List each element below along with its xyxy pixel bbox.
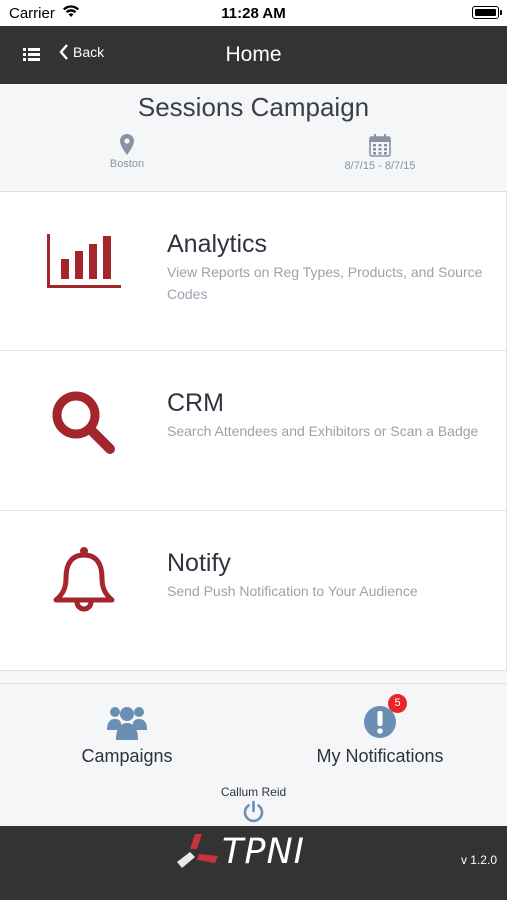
bar-chart-icon bbox=[47, 234, 121, 288]
calendar-icon bbox=[369, 134, 391, 157]
tab-campaigns[interactable]: Campaigns bbox=[67, 704, 187, 767]
campaign-location: Boston bbox=[47, 134, 207, 170]
campaign-dates: 8/7/15 - 8/7/15 bbox=[300, 134, 460, 172]
menu-item-description: View Reports on Reg Types, Products, and… bbox=[167, 264, 483, 302]
tpni-logo-icon bbox=[177, 834, 218, 868]
menu-item-title: Notify bbox=[167, 549, 231, 577]
notification-count-badge: 5 bbox=[388, 694, 407, 713]
clock: 11:28 AM bbox=[221, 5, 286, 22]
status-bar: Carrier 11:28 AM bbox=[0, 0, 507, 26]
menu-item-crm[interactable]: CRM Search Attendees and Exhibitors or S… bbox=[0, 351, 507, 511]
back-button[interactable]: Back bbox=[59, 44, 104, 60]
location-label: Boston bbox=[109, 158, 145, 170]
menu-item-title: CRM bbox=[167, 389, 224, 417]
list-menu-icon[interactable] bbox=[23, 47, 40, 62]
campaign-header: Sessions Campaign Boston 8/7/15 - 8/7/15 bbox=[0, 84, 507, 191]
group-icon bbox=[107, 707, 147, 740]
menu-item-notify[interactable]: Notify Send Push Notification to Your Au… bbox=[0, 511, 507, 671]
version-label: v 1.2.0 bbox=[460, 853, 497, 867]
brand-name: TPNI bbox=[222, 832, 305, 872]
dates-label: 8/7/15 - 8/7/15 bbox=[344, 160, 416, 172]
user-name: Callum Reid bbox=[220, 785, 287, 799]
power-icon[interactable] bbox=[242, 800, 265, 823]
navigation-bar: Back Home bbox=[0, 26, 507, 84]
menu-item-description: Search Attendees and Exhibitors or Scan … bbox=[167, 423, 479, 439]
bottom-tabs: Campaigns 5 My Notifications Callum Reid bbox=[0, 683, 507, 826]
battery-icon bbox=[472, 6, 502, 19]
tab-my-notifications[interactable]: 5 My Notifications bbox=[300, 694, 460, 767]
tab-campaigns-label: Campaigns bbox=[81, 746, 173, 766]
footer: TPNI v 1.2.0 bbox=[0, 826, 507, 900]
search-icon bbox=[52, 391, 115, 454]
menu-item-analytics[interactable]: Analytics View Reports on Reg Types, Pro… bbox=[0, 191, 507, 351]
chevron-left-icon bbox=[59, 44, 68, 60]
menu-item-title: Analytics bbox=[167, 230, 268, 258]
campaign-title: Sessions Campaign bbox=[137, 92, 370, 122]
map-pin-icon bbox=[120, 134, 134, 155]
main-menu: Analytics View Reports on Reg Types, Pro… bbox=[0, 191, 507, 671]
menu-item-description: Send Push Notification to Your Audience bbox=[167, 583, 418, 599]
back-button-label: Back bbox=[73, 44, 105, 60]
bell-icon bbox=[53, 547, 115, 612]
tab-my-notifications-label: My Notifications bbox=[316, 746, 444, 766]
